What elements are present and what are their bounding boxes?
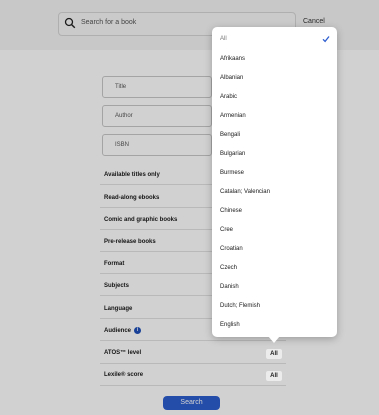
language-option[interactable]: Armenian (220, 113, 246, 119)
language-option[interactable]: Danish (220, 284, 239, 290)
language-option[interactable]: Bulgarian (220, 151, 245, 157)
language-option[interactable]: Chinese (220, 208, 242, 214)
dropdown-pointer (268, 336, 280, 343)
checkmark-icon (322, 36, 330, 43)
language-option[interactable]: Dutch; Flemish (220, 303, 260, 309)
language-option[interactable]: Cree (220, 227, 233, 233)
language-option[interactable]: Bengali (220, 132, 240, 138)
language-option[interactable]: Croatian (220, 246, 243, 252)
language-option-all[interactable]: All (220, 36, 227, 42)
language-option[interactable]: Burmese (220, 170, 244, 176)
atos-level-value-highlight[interactable]: All (266, 349, 282, 359)
language-option[interactable]: English (220, 322, 240, 328)
lexile-score-value-highlight[interactable]: All (266, 371, 282, 381)
language-option[interactable]: Arabic (220, 94, 237, 100)
language-option[interactable]: Czech (220, 265, 237, 271)
language-option[interactable]: Catalan; Valencian (220, 189, 270, 195)
language-option[interactable]: Afrikaans (220, 56, 245, 62)
language-dropdown: All Afrikaans Albanian Arabic Armenian B… (212, 27, 337, 337)
language-option[interactable]: Albanian (220, 75, 243, 81)
